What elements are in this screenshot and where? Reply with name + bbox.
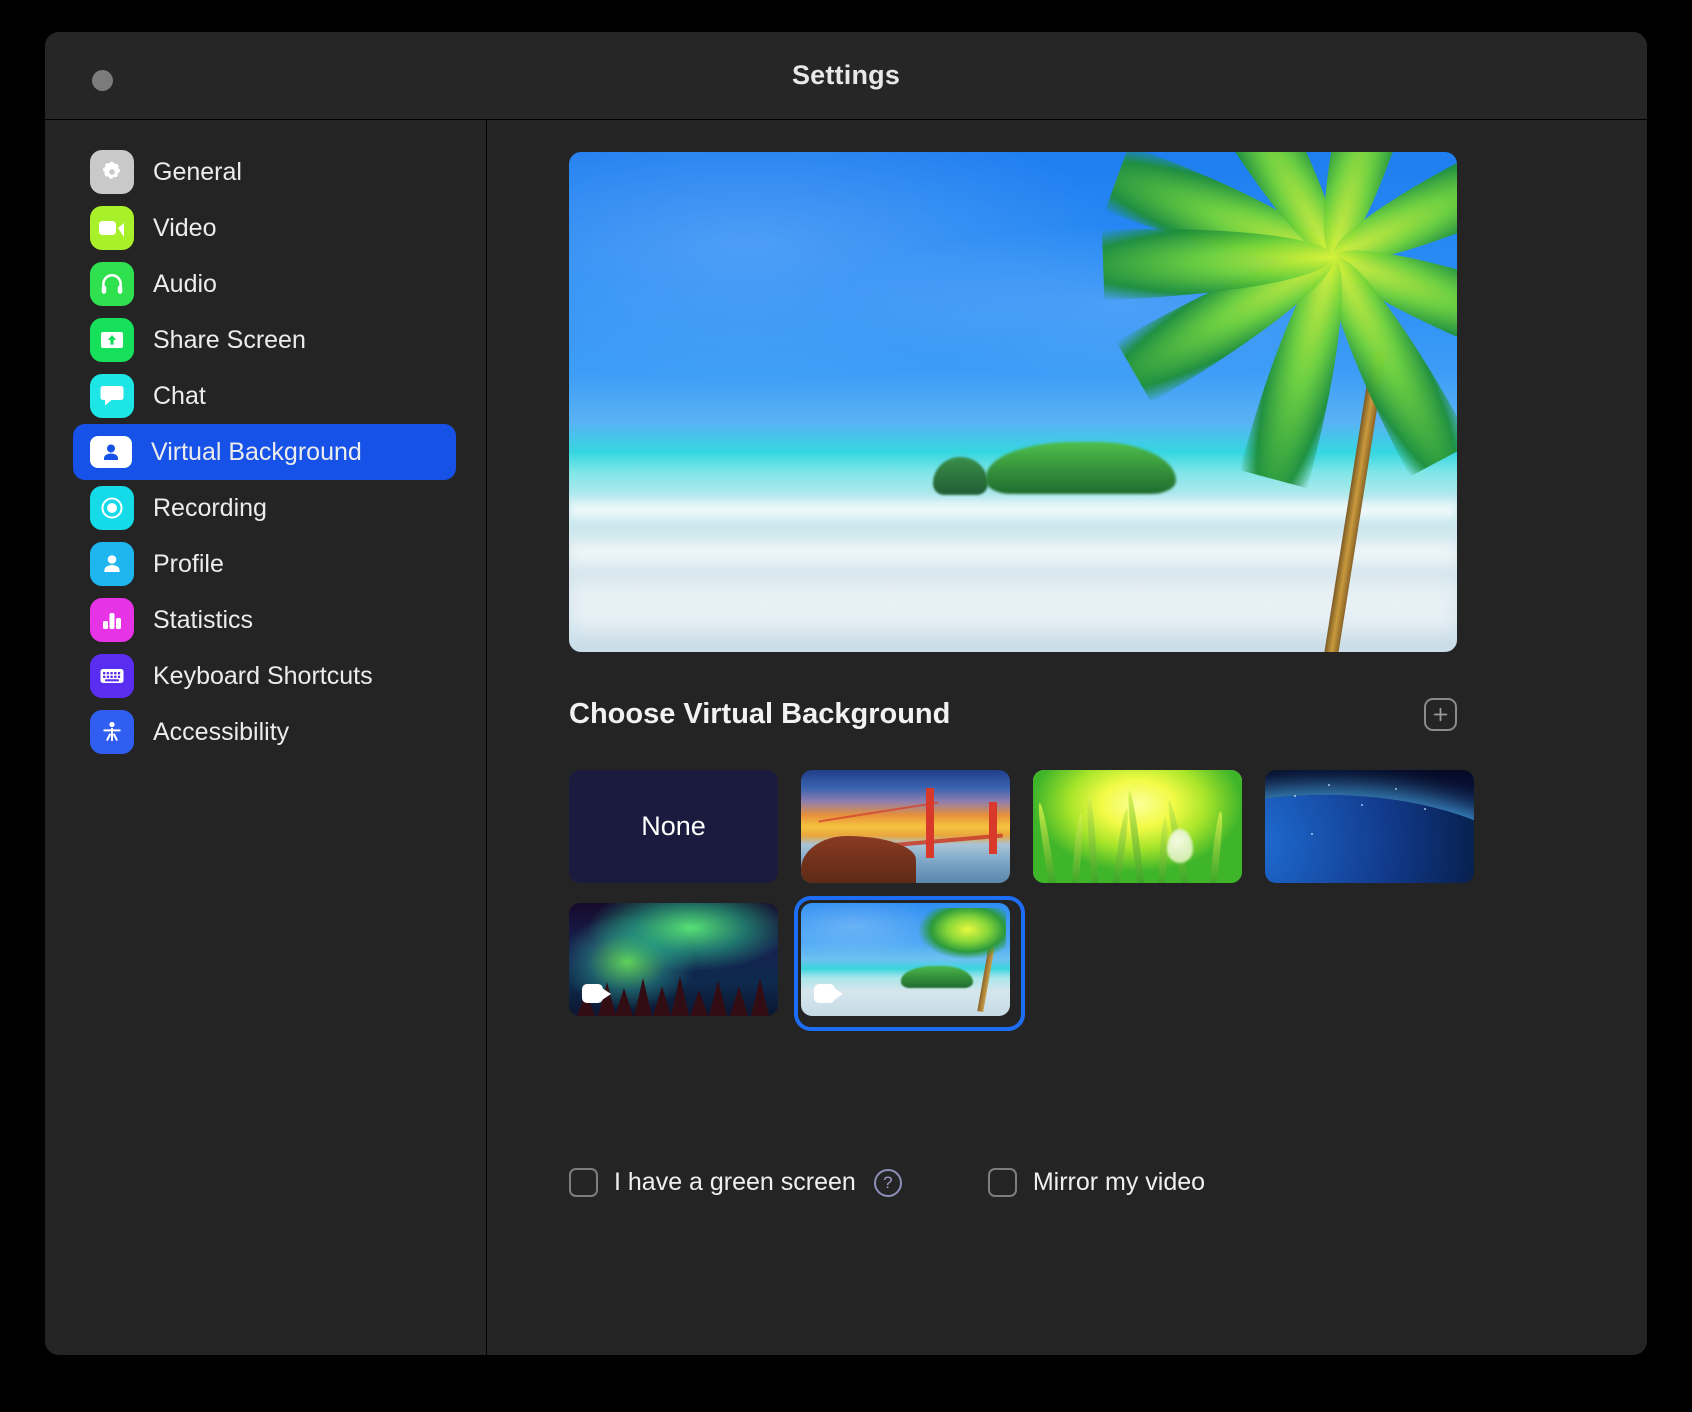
thumbnail-earth-from-space[interactable] (1265, 770, 1474, 883)
green-screen-option[interactable]: I have a green screen (569, 1168, 856, 1197)
sidebar-item-accessibility[interactable]: Accessibility (73, 704, 456, 760)
sidebar-item-label: Accessibility (153, 717, 290, 746)
sidebar-item-recording[interactable]: Recording (73, 480, 456, 536)
share-screen-icon (90, 318, 134, 362)
beach-scene (569, 152, 1457, 652)
section-header: Choose Virtual Background (569, 698, 1457, 731)
person-icon (90, 542, 134, 586)
sidebar-item-label: Virtual Background (151, 437, 362, 466)
thumbnail-none[interactable]: None (569, 770, 778, 883)
sidebar-item-label: Video (153, 213, 217, 242)
headphones-icon (90, 262, 134, 306)
background-thumbnail-grid: None (569, 770, 1499, 1031)
main-panel: Choose Virtual Background None I have a … (487, 120, 1647, 1355)
sidebar-item-audio[interactable]: Audio (73, 256, 456, 312)
person-card-icon (90, 436, 132, 468)
green-screen-label: I have a green screen (614, 1168, 856, 1196)
sidebar-item-label: Profile (153, 549, 224, 578)
video-icon (90, 206, 134, 250)
thumbnail-golden-gate-bridge[interactable] (801, 770, 1010, 883)
record-icon (90, 486, 134, 530)
wave-foam (569, 502, 1457, 518)
sidebar-item-label: Statistics (153, 605, 254, 634)
sidebar-item-general[interactable]: General (73, 144, 456, 200)
thumbnail-tropical-beach[interactable] (794, 896, 1025, 1031)
gear-icon (90, 150, 134, 194)
island-small (933, 457, 989, 495)
help-icon[interactable]: ? (873, 1168, 902, 1197)
sidebar-item-video[interactable]: Video (73, 200, 456, 256)
sidebar-item-keyboard-shortcuts[interactable]: Keyboard Shortcuts (73, 648, 456, 704)
video-badge-icon (814, 984, 844, 1003)
thumbnail-aurora-borealis[interactable] (569, 903, 778, 1016)
mirror-video-option[interactable]: Mirror my video (987, 1168, 1206, 1197)
video-badge-icon (582, 984, 612, 1003)
sidebar-item-label: General (153, 157, 242, 186)
sidebar-item-label: Keyboard Shortcuts (153, 661, 373, 690)
window-title: Settings (791, 60, 901, 90)
sidebar-item-label: Audio (153, 269, 217, 298)
accessibility-icon (90, 710, 134, 754)
sidebar-item-share-screen[interactable]: Share Screen (73, 312, 456, 368)
sidebar-item-profile[interactable]: Profile (73, 536, 456, 592)
keyboard-icon (90, 654, 134, 698)
thumbnail-grass-field[interactable] (1033, 770, 1242, 883)
page-title: Choose Virtual Background (569, 698, 951, 730)
window-body: General Video Audio Share Screen Chat Vi… (45, 120, 1647, 1355)
sidebar-item-chat[interactable]: Chat (73, 368, 456, 424)
mirror-video-checkbox[interactable] (987, 1168, 1017, 1197)
grass-artwork (1033, 770, 1242, 883)
sidebar: General Video Audio Share Screen Chat Vi… (45, 120, 487, 1355)
sidebar-item-label: Recording (153, 493, 267, 522)
chat-icon (90, 374, 134, 418)
sidebar-item-label: Share Screen (153, 325, 306, 354)
earth-artwork (1265, 770, 1474, 883)
surf (569, 582, 1457, 632)
settings-window: Settings General Video Audio Share Scree… (45, 32, 1647, 1355)
island-large (986, 442, 1177, 494)
options-row: I have a green screen ? Mirror my video (569, 1168, 1205, 1197)
add-background-button[interactable] (1424, 698, 1457, 731)
close-icon[interactable] (92, 70, 113, 91)
sidebar-item-virtual-background[interactable]: Virtual Background (73, 424, 456, 480)
sidebar-item-label: Chat (153, 381, 206, 410)
thumbnail-label: None (641, 811, 706, 841)
bridge-artwork (801, 770, 1010, 883)
video-preview (569, 152, 1457, 652)
wave-foam (569, 542, 1457, 564)
bar-chart-icon (90, 598, 134, 642)
sidebar-item-statistics[interactable]: Statistics (73, 592, 456, 648)
green-screen-checkbox[interactable] (569, 1168, 598, 1197)
title-bar: Settings (45, 32, 1647, 120)
mirror-video-label: Mirror my video (1032, 1168, 1206, 1196)
